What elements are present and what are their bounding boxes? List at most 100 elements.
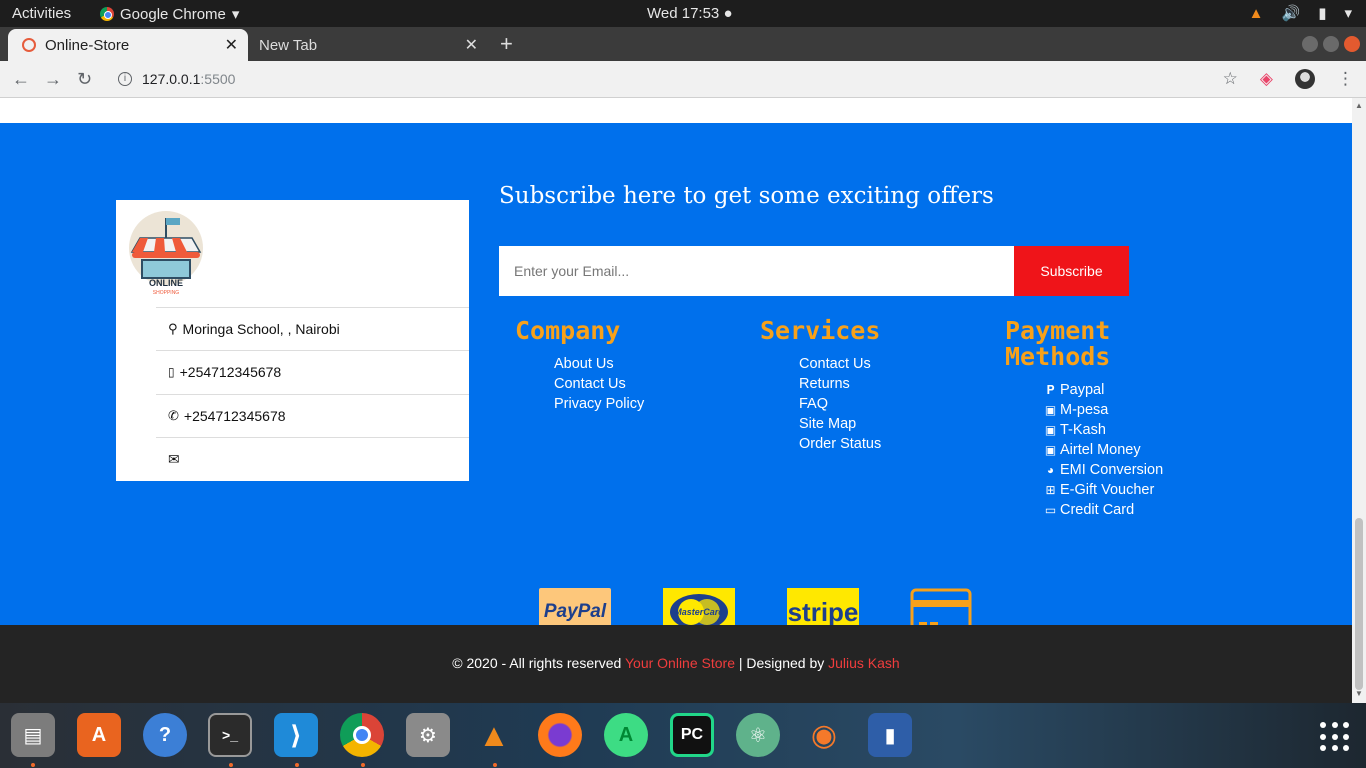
terminal-icon[interactable]: >_ bbox=[208, 713, 252, 757]
url-host: 127.0.0.1 bbox=[142, 71, 201, 87]
services-link-contact[interactable]: Contact Us bbox=[799, 354, 881, 374]
maximize-button[interactable] bbox=[1323, 36, 1339, 52]
forward-arrow-icon[interactable]: → bbox=[44, 69, 62, 90]
services-link-faq[interactable]: FAQ bbox=[799, 394, 881, 414]
tab-new-tab[interactable]: New Tab ✕ bbox=[248, 29, 488, 61]
app-menu-label: Google Chrome bbox=[120, 5, 226, 23]
clock[interactable]: Wed 17:53 ● bbox=[647, 5, 733, 22]
store-favicon-icon bbox=[22, 38, 36, 52]
vscode-icon[interactable]: ⟩ bbox=[274, 713, 318, 757]
contact-card: ONLINE SHOPPING ⚲ Moringa School, , Nair… bbox=[116, 200, 469, 481]
vlc-icon[interactable]: ▲ bbox=[472, 713, 516, 757]
grid-dot bbox=[1331, 733, 1338, 740]
software-center-icon[interactable]: A bbox=[77, 713, 121, 757]
dock: ▤ A ? >_ ⟩ ⚙ ▲ A PC ⚛ ◉ ▮ bbox=[0, 703, 1366, 768]
tab-strip: Online-Store ✕ New Tab ✕ bbox=[0, 27, 1366, 61]
chevron-down-icon[interactable]: ▾ bbox=[1344, 4, 1352, 22]
payment-title: Payment Methods bbox=[1005, 318, 1110, 370]
email-input[interactable] bbox=[499, 246, 1014, 296]
payment-methods: 𝐏 Paypal ▣ M-pesa ▣ T-Kash ▣ Airtel Money ◕ E… bbox=[1044, 380, 1163, 520]
payment-label: Paypal bbox=[1060, 382, 1105, 398]
back-arrow-icon[interactable]: ← bbox=[12, 69, 30, 90]
company-link-privacy[interactable]: Privacy Policy bbox=[554, 394, 644, 414]
reload-icon[interactable]: ↻ bbox=[77, 69, 92, 90]
store-link[interactable]: Your Online Store bbox=[625, 655, 735, 671]
store-logo: ONLINE SHOPPING bbox=[126, 208, 216, 302]
chrome-icon bbox=[100, 7, 114, 21]
mobile-text: +254712345678 bbox=[179, 364, 282, 380]
menu-dots-icon[interactable]: ⋮ bbox=[1337, 69, 1354, 89]
payment-method-mpesa[interactable]: ▣ M-pesa bbox=[1044, 400, 1163, 420]
payment-method-gift[interactable]: ⊞ E-Gift Voucher bbox=[1044, 480, 1163, 500]
subscribe-button[interactable]: Subscribe bbox=[1014, 246, 1129, 296]
files-icon[interactable]: ▤ bbox=[11, 713, 55, 757]
new-tab-button[interactable]: + bbox=[500, 31, 513, 57]
app-menu[interactable]: Google Chrome ▾ bbox=[100, 5, 239, 23]
mobile-icon: ▯ bbox=[168, 365, 175, 379]
copyright-prefix: © 2020 - All rights reserved bbox=[452, 655, 625, 671]
chevron-down-icon: ▾ bbox=[231, 6, 240, 23]
info-icon[interactable]: i bbox=[118, 72, 132, 86]
payment-label: T-Kash bbox=[1060, 422, 1106, 438]
gift-icon: ⊞ bbox=[1045, 483, 1056, 497]
url-field[interactable]: i 127.0.0.1:5500 bbox=[118, 71, 235, 87]
company-link-contact[interactable]: Contact Us bbox=[554, 374, 644, 394]
phone-text: +254712345678 bbox=[183, 408, 286, 424]
services-link-returns[interactable]: Returns bbox=[799, 374, 881, 394]
subscribe-title: Subscribe here to get some exciting offe… bbox=[499, 183, 994, 209]
page-scrollbar[interactable]: ▲ ▼ bbox=[1352, 98, 1366, 703]
battery-icon[interactable]: ▮ bbox=[1318, 4, 1326, 22]
scroll-up-icon[interactable]: ▲ bbox=[1355, 101, 1363, 110]
extension-icon[interactable]: ◈ bbox=[1260, 69, 1273, 89]
map-marker-icon: ⚲ bbox=[168, 321, 178, 336]
services-links: Contact Us Returns FAQ Site Map Order St… bbox=[799, 354, 881, 454]
running-indicator bbox=[361, 763, 365, 767]
payment-method-airtel[interactable]: ▣ Airtel Money bbox=[1044, 440, 1163, 460]
chrome-dock-icon[interactable] bbox=[340, 713, 384, 757]
payment-method-tkash[interactable]: ▣ T-Kash bbox=[1044, 420, 1163, 440]
minimize-button[interactable] bbox=[1302, 36, 1318, 52]
footer-main: ONLINE SHOPPING ⚲ Moringa School, , Nair… bbox=[0, 123, 1352, 636]
grid-dot bbox=[1320, 722, 1326, 728]
vlc-tray-icon[interactable]: ▲ bbox=[1249, 5, 1264, 22]
grid-dot bbox=[1343, 722, 1350, 728]
payment-method-emi[interactable]: ◕ EMI Conversion bbox=[1044, 460, 1163, 480]
book-icon[interactable]: ▮ bbox=[868, 713, 912, 757]
page-viewport: ONLINE SHOPPING ⚲ Moringa School, , Nair… bbox=[0, 98, 1352, 703]
money-icon: ▣ bbox=[1044, 423, 1057, 437]
scroll-down-icon[interactable]: ▼ bbox=[1355, 689, 1363, 698]
blender-icon[interactable]: ◉ bbox=[802, 713, 846, 757]
atom-icon[interactable]: ⚛ bbox=[736, 713, 780, 757]
profile-avatar[interactable] bbox=[1295, 69, 1315, 89]
help-icon[interactable]: ? bbox=[143, 713, 187, 757]
payment-title-line1: Payment bbox=[1005, 316, 1111, 345]
system-tray[interactable]: ▲ 🔊 ▮ ▾ bbox=[1249, 4, 1352, 23]
running-indicator bbox=[493, 763, 497, 767]
payment-method-paypal[interactable]: 𝐏 Paypal bbox=[1044, 380, 1163, 400]
star-icon[interactable]: ☆ bbox=[1223, 69, 1238, 89]
close-window-button[interactable] bbox=[1344, 36, 1360, 52]
logo-subtext: SHOPPING bbox=[153, 290, 180, 296]
show-applications-button[interactable] bbox=[1320, 722, 1350, 752]
tab-title: Online-Store bbox=[45, 36, 130, 54]
company-title: Company bbox=[515, 316, 621, 345]
close-icon[interactable]: ✕ bbox=[465, 35, 478, 55]
author-link[interactable]: Julius Kash bbox=[828, 655, 900, 671]
copyright-text: © 2020 - All rights reserved Your Online… bbox=[0, 655, 1352, 671]
window-controls bbox=[1302, 36, 1360, 52]
close-icon[interactable]: ✕ bbox=[225, 35, 238, 55]
services-link-sitemap[interactable]: Site Map bbox=[799, 414, 881, 434]
volume-icon[interactable]: 🔊 bbox=[1282, 4, 1301, 22]
android-studio-icon[interactable]: A bbox=[604, 713, 648, 757]
activities-button[interactable]: Activities bbox=[12, 5, 71, 22]
copyright-middle: | Designed by bbox=[734, 655, 829, 671]
firefox-icon[interactable] bbox=[538, 713, 582, 757]
pycharm-icon[interactable]: PC bbox=[670, 713, 714, 757]
address-text: Moringa School, , Nairobi bbox=[182, 321, 340, 337]
company-link-about[interactable]: About Us bbox=[554, 354, 644, 374]
scrollbar-thumb[interactable] bbox=[1355, 518, 1363, 690]
payment-method-credit-card[interactable]: ▭ Credit Card bbox=[1044, 500, 1163, 520]
system-settings-icon[interactable]: ⚙ bbox=[406, 713, 450, 757]
services-link-order-status[interactable]: Order Status bbox=[799, 434, 881, 454]
tab-online-store[interactable]: Online-Store ✕ bbox=[8, 29, 248, 61]
